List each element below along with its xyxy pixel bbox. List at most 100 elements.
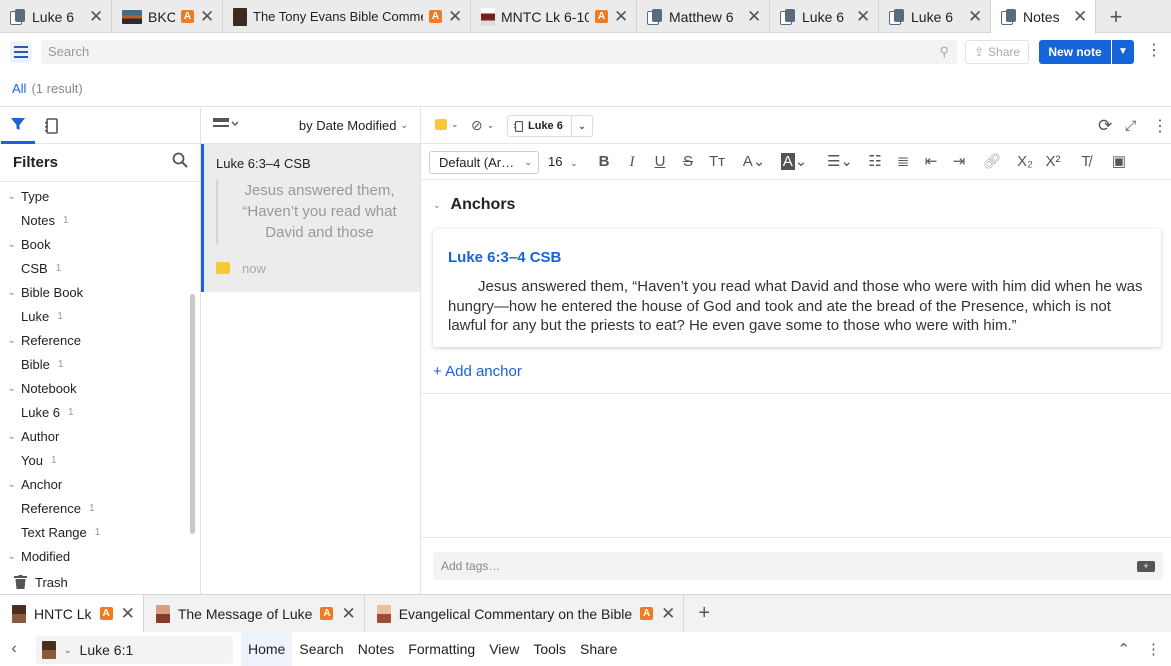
add-tab-icon[interactable]: + <box>1096 0 1136 32</box>
tags-input[interactable]: Add tags… + <box>433 552 1163 580</box>
close-icon[interactable]: ✕ <box>200 7 214 27</box>
menu-search[interactable]: Search <box>292 632 350 666</box>
close-icon[interactable]: ✕ <box>856 7 870 27</box>
close-icon[interactable]: ✕ <box>341 604 355 624</box>
bottom-tab-evangelical-commentary[interactable]: Evangelical Commentary on the Bible A ✕ <box>365 594 685 633</box>
filter-section[interactable]: ⌄ Bible Book <box>0 280 200 304</box>
close-icon[interactable]: ✕ <box>1073 7 1087 27</box>
close-icon[interactable]: ✕ <box>121 604 135 624</box>
location-box[interactable]: ⌄ Luke 6:1 <box>36 636 233 664</box>
filter-item[interactable]: CSB 1 <box>0 256 200 280</box>
expand-icon[interactable]: ⤢ <box>1125 117 1136 134</box>
close-icon[interactable]: ✕ <box>968 7 982 27</box>
filter-item[interactable]: Luke 1 <box>0 304 200 328</box>
tab-luke-6[interactable]: Luke 6 ✕ <box>0 0 112 33</box>
close-icon[interactable]: ✕ <box>448 7 462 27</box>
note-card[interactable]: Luke 6:3–4 CSB Jesus answered them, “Hav… <box>201 144 420 292</box>
new-note-button[interactable]: New note <box>1039 40 1111 64</box>
align-icon[interactable]: ☰⌄ <box>825 153 855 171</box>
filter-scrollbar[interactable] <box>190 294 195 534</box>
collapse-panel-icon[interactable]: ⌃ <box>1117 640 1130 658</box>
subscript-icon[interactable]: X₂ <box>1015 153 1035 171</box>
bold-icon[interactable]: B <box>594 153 614 171</box>
add-tab-icon[interactable]: + <box>684 602 724 625</box>
search-input[interactable]: Search ⚲ <box>41 40 957 64</box>
sync-icon[interactable]: ⟳ <box>1098 116 1112 136</box>
bottom-tab-hntc[interactable]: HNTC Lk A ✕ <box>0 594 144 633</box>
tab-tony-evans[interactable]: The Tony Evans Bible Commentary A ✕ <box>223 0 471 33</box>
filter-section[interactable]: ⌄ Reference <box>0 328 200 352</box>
filter-item[interactable]: Luke 6 1 <box>0 400 200 424</box>
insert-image-icon[interactable]: ▣ <box>1109 153 1129 171</box>
more-options-icon[interactable]: ⋮ <box>1146 640 1161 658</box>
filter-item[interactable]: Bible 1 <box>0 352 200 376</box>
note-style-dropdown[interactable]: ⌄ <box>435 119 459 130</box>
notebook-selector[interactable]: Luke 6 ⌄ <box>507 115 593 137</box>
filter-section[interactable]: ⌄ Anchor <box>0 472 200 496</box>
filter-item[interactable]: Reference 1 <box>0 496 200 520</box>
filter-item[interactable]: Text Range 1 <box>0 520 200 544</box>
close-icon[interactable]: ✕ <box>89 7 103 27</box>
link-icon[interactable]: 🔗︎ <box>982 153 1002 171</box>
filter-section[interactable]: ⌄ Modified <box>0 544 200 568</box>
font-size-select[interactable]: 16 ⌄ <box>548 151 578 174</box>
superscript-icon[interactable]: X² <box>1043 153 1063 171</box>
visibility-dropdown[interactable]: ⊘ ⌄ <box>471 117 494 134</box>
sort-dropdown[interactable]: by Date Modified ⌄ <box>299 118 408 133</box>
tab-luke-6-b[interactable]: Luke 6 ✕ <box>770 0 879 33</box>
badge-a-icon: A <box>640 607 654 620</box>
add-tag-icon[interactable]: + <box>1137 561 1155 572</box>
outdent-icon[interactable]: ⇤ <box>921 153 941 171</box>
underline-icon[interactable]: U <box>650 153 670 171</box>
close-icon[interactable]: ✕ <box>747 7 761 27</box>
filter-item[interactable]: You 1 <box>0 448 200 472</box>
bullet-list-icon[interactable]: ☷ <box>865 153 885 171</box>
filter-item[interactable]: Notes 1 <box>0 208 200 232</box>
anchors-section-header[interactable]: ⌄ Anchors <box>433 196 515 214</box>
filter-section[interactable]: ⌄ Notebook <box>0 376 200 400</box>
filter-section[interactable]: ⌄ Type <box>0 184 200 208</box>
share-button[interactable]: ⇪ Share <box>965 40 1029 64</box>
notebook-tab[interactable] <box>35 108 69 144</box>
filter-section[interactable]: ⌄ Author <box>0 424 200 448</box>
menu-view[interactable]: View <box>482 632 526 666</box>
clear-formatting-icon[interactable]: T̸ <box>1076 153 1096 171</box>
menu-tools[interactable]: Tools <box>526 632 573 666</box>
bottom-tab-message-of-luke[interactable]: The Message of Luke A ✕ <box>144 594 365 633</box>
search-icon[interactable] <box>172 152 188 173</box>
search-icon[interactable]: ⚲ <box>939 44 949 60</box>
menu-share[interactable]: Share <box>573 632 624 666</box>
tab-luke-6-c[interactable]: Luke 6 ✕ <box>879 0 991 33</box>
strikethrough-icon[interactable]: S <box>678 153 698 171</box>
indent-icon[interactable]: ⇥ <box>949 153 969 171</box>
close-icon[interactable]: ✕ <box>614 7 628 27</box>
add-anchor-link[interactable]: + Add anchor <box>433 363 522 380</box>
filter-all-link[interactable]: All <box>12 81 26 96</box>
filter-section[interactable]: ⌄ Book <box>0 232 200 256</box>
menu-icon[interactable] <box>10 41 32 63</box>
tab-matthew-6[interactable]: Matthew 6 ✕ <box>637 0 770 33</box>
trash-item[interactable]: Trash <box>0 570 200 594</box>
highlight-color-icon[interactable]: A ⌄ <box>778 153 810 171</box>
filter-tab[interactable] <box>1 108 35 144</box>
chevron-down-icon[interactable]: ⌄ <box>572 121 592 132</box>
back-arrow-icon[interactable]: ‹ <box>0 640 28 658</box>
menu-notes[interactable]: Notes <box>351 632 402 666</box>
more-options-icon[interactable]: ⋮ <box>1152 116 1168 136</box>
tab-bkc[interactable]: BKC A ✕ <box>112 0 223 33</box>
tab-mntc[interactable]: MNTC Lk 6-10 A ✕ <box>471 0 637 33</box>
menu-formatting[interactable]: Formatting <box>401 632 482 666</box>
italic-icon[interactable]: I <box>622 153 642 171</box>
font-family-select[interactable]: Default (Ar… ⌄ <box>429 151 539 174</box>
anchor-card: Luke 6:3–4 CSB Jesus answered them, “Hav… <box>433 229 1161 347</box>
numbered-list-icon[interactable]: ≣ <box>893 153 913 171</box>
close-icon[interactable]: ✕ <box>661 604 675 624</box>
menu-home[interactable]: Home <box>241 632 293 666</box>
view-mode-icon[interactable] <box>213 117 239 134</box>
text-color-icon[interactable]: A⌄ <box>740 153 768 171</box>
chevron-down-icon[interactable]: ▼ <box>1112 40 1134 64</box>
anchor-reference-link[interactable]: Luke 6:3–4 CSB <box>448 249 561 266</box>
more-options-icon[interactable]: ⋮ <box>1146 42 1162 60</box>
tab-notes[interactable]: Notes ✕ <box>991 0 1096 34</box>
text-case-icon[interactable]: Tт <box>706 153 728 171</box>
